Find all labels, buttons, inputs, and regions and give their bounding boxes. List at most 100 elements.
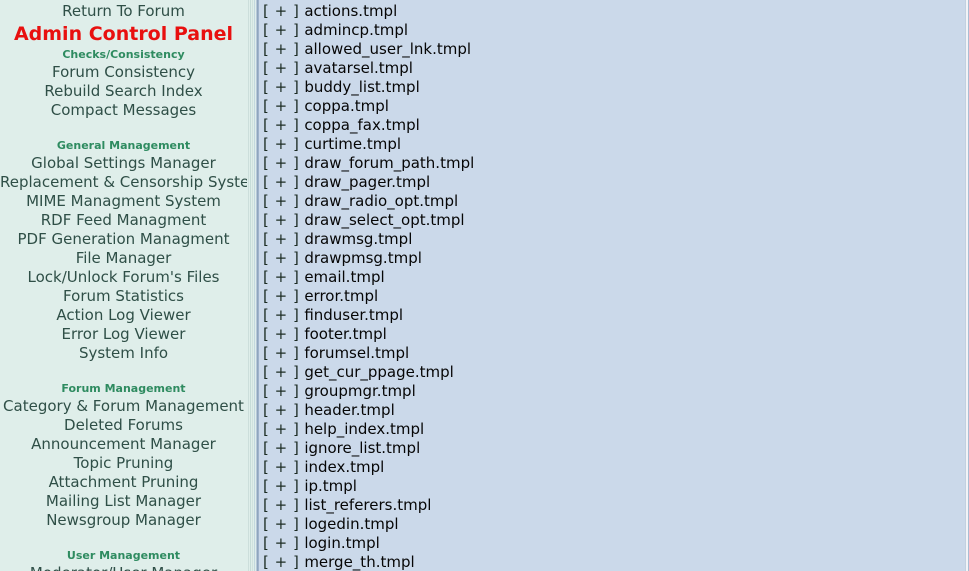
template-file-link[interactable]: finduser.tmpl <box>304 306 403 325</box>
expand-toggle-icon[interactable]: [ + ] <box>263 2 299 21</box>
template-file-link[interactable]: actions.tmpl <box>304 2 397 21</box>
expand-toggle-icon[interactable]: [ + ] <box>263 534 299 553</box>
sidebar-item-1-8[interactable]: Action Log Viewer <box>0 306 247 325</box>
divider-line-4 <box>254 0 255 571</box>
sidebar-section-heading: Checks/Consistency <box>62 48 185 61</box>
sidebar-item-1-2[interactable]: MIME Managment System <box>0 192 247 211</box>
expand-toggle-icon[interactable]: [ + ] <box>263 496 299 515</box>
sidebar-item-3-0[interactable]: Moderator/User Manager <box>0 564 247 571</box>
expand-toggle-icon[interactable]: [ + ] <box>263 344 299 363</box>
expand-toggle-icon[interactable]: [ + ] <box>263 135 299 154</box>
expand-toggle-icon[interactable]: [ + ] <box>263 420 299 439</box>
expand-toggle-icon[interactable]: [ + ] <box>263 211 299 230</box>
template-file-link[interactable]: header.tmpl <box>304 401 394 420</box>
template-file-link[interactable]: draw_forum_path.tmpl <box>304 154 474 173</box>
template-file-link[interactable]: forumsel.tmpl <box>304 344 409 363</box>
template-file-link[interactable]: coppa_fax.tmpl <box>304 116 419 135</box>
template-file-link[interactable]: allowed_user_lnk.tmpl <box>304 40 471 59</box>
expand-toggle-icon[interactable]: [ + ] <box>263 249 299 268</box>
template-file-row: [ + ] email.tmpl <box>263 268 968 287</box>
expand-toggle-icon[interactable]: [ + ] <box>263 192 299 211</box>
sidebar-item-1-1[interactable]: Replacement & Censorship System <box>0 173 247 192</box>
expand-toggle-icon[interactable]: [ + ] <box>263 21 299 40</box>
template-file-link[interactable]: avatarsel.tmpl <box>304 59 413 78</box>
sidebar-item-2-1[interactable]: Deleted Forums <box>0 416 247 435</box>
admin-control-panel-page: Return To Forum Admin Control Panel Chec… <box>0 0 969 571</box>
expand-toggle-icon[interactable]: [ + ] <box>263 154 299 173</box>
template-file-link[interactable]: curtime.tmpl <box>304 135 401 154</box>
template-file-row: [ + ] curtime.tmpl <box>263 135 968 154</box>
sidebar-section-gap <box>0 363 247 380</box>
panel-divider[interactable] <box>247 0 258 571</box>
template-file-link[interactable]: help_index.tmpl <box>304 420 424 439</box>
sidebar-link-return-to-forum[interactable]: Return To Forum <box>0 2 247 21</box>
expand-toggle-icon[interactable]: [ + ] <box>263 268 299 287</box>
expand-toggle-icon[interactable]: [ + ] <box>263 306 299 325</box>
template-file-link[interactable]: groupmgr.tmpl <box>304 382 415 401</box>
template-file-row: [ + ] draw_forum_path.tmpl <box>263 154 968 173</box>
template-file-link[interactable]: ip.tmpl <box>304 477 357 496</box>
template-file-link[interactable]: email.tmpl <box>304 268 384 287</box>
template-file-link[interactable]: login.tmpl <box>304 534 380 553</box>
template-file-link[interactable]: merge_th.tmpl <box>304 553 414 571</box>
template-file-link[interactable]: drawpmsg.tmpl <box>304 249 422 268</box>
sidebar-section-heading: General Management <box>56 139 191 152</box>
template-file-row: [ + ] buddy_list.tmpl <box>263 78 968 97</box>
sidebar-item-2-0[interactable]: Category & Forum Management <box>0 397 247 416</box>
template-file-link[interactable]: logedin.tmpl <box>304 515 398 534</box>
template-file-link[interactable]: admincp.tmpl <box>304 21 408 40</box>
template-file-row: [ + ] allowed_user_lnk.tmpl <box>263 40 968 59</box>
sidebar-item-1-0[interactable]: Global Settings Manager <box>0 154 247 173</box>
template-file-link[interactable]: get_cur_ppage.tmpl <box>304 363 454 382</box>
expand-toggle-icon[interactable]: [ + ] <box>263 59 299 78</box>
sidebar-section-gap <box>0 530 247 547</box>
template-file-link[interactable]: draw_radio_opt.tmpl <box>304 192 458 211</box>
template-file-link[interactable]: buddy_list.tmpl <box>304 78 419 97</box>
expand-toggle-icon[interactable]: [ + ] <box>263 97 299 116</box>
sidebar-item-2-3[interactable]: Topic Pruning <box>0 454 247 473</box>
expand-toggle-icon[interactable]: [ + ] <box>263 401 299 420</box>
template-file-link[interactable]: draw_select_opt.tmpl <box>304 211 464 230</box>
sidebar-item-2-4[interactable]: Attachment Pruning <box>0 473 247 492</box>
sidebar-item-2-6[interactable]: Newsgroup Manager <box>0 511 247 530</box>
expand-toggle-icon[interactable]: [ + ] <box>263 515 299 534</box>
sidebar-item-1-5[interactable]: File Manager <box>0 249 247 268</box>
expand-toggle-icon[interactable]: [ + ] <box>263 78 299 97</box>
sidebar-item-1-9[interactable]: Error Log Viewer <box>0 325 247 344</box>
template-file-link[interactable]: ignore_list.tmpl <box>304 439 420 458</box>
template-file-row: [ + ] draw_pager.tmpl <box>263 173 968 192</box>
expand-toggle-icon[interactable]: [ + ] <box>263 382 299 401</box>
expand-toggle-icon[interactable]: [ + ] <box>263 458 299 477</box>
sidebar-item-0-0[interactable]: Forum Consistency <box>0 63 247 82</box>
sidebar-item-1-7[interactable]: Forum Statistics <box>0 287 247 306</box>
sidebar-item-1-4[interactable]: PDF Generation Managment <box>0 230 247 249</box>
template-file-link[interactable]: draw_pager.tmpl <box>304 173 430 192</box>
template-file-link[interactable]: index.tmpl <box>304 458 384 477</box>
expand-toggle-icon[interactable]: [ + ] <box>263 325 299 344</box>
sidebar-item-0-1[interactable]: Rebuild Search Index <box>0 82 247 101</box>
expand-toggle-icon[interactable]: [ + ] <box>263 287 299 306</box>
sidebar-section-gap <box>0 120 247 137</box>
template-file-link[interactable]: footer.tmpl <box>304 325 387 344</box>
expand-toggle-icon[interactable]: [ + ] <box>263 553 299 571</box>
template-file-link[interactable]: coppa.tmpl <box>304 97 389 116</box>
sidebar-item-2-5[interactable]: Mailing List Manager <box>0 492 247 511</box>
expand-toggle-icon[interactable]: [ + ] <box>263 173 299 192</box>
expand-toggle-icon[interactable]: [ + ] <box>263 363 299 382</box>
expand-toggle-icon[interactable]: [ + ] <box>263 477 299 496</box>
template-file-row: [ + ] ignore_list.tmpl <box>263 439 968 458</box>
template-file-link[interactable]: error.tmpl <box>304 287 378 306</box>
template-file-link[interactable]: list_referers.tmpl <box>304 496 431 515</box>
expand-toggle-icon[interactable]: [ + ] <box>263 439 299 458</box>
sidebar-item-1-3[interactable]: RDF Feed Managment <box>0 211 247 230</box>
sidebar-item-2-2[interactable]: Announcement Manager <box>0 435 247 454</box>
template-file-row: [ + ] logedin.tmpl <box>263 515 968 534</box>
template-file-row: [ + ] admincp.tmpl <box>263 21 968 40</box>
expand-toggle-icon[interactable]: [ + ] <box>263 40 299 59</box>
expand-toggle-icon[interactable]: [ + ] <box>263 230 299 249</box>
sidebar-item-0-2[interactable]: Compact Messages <box>0 101 247 120</box>
template-file-link[interactable]: drawmsg.tmpl <box>304 230 412 249</box>
sidebar-item-1-10[interactable]: System Info <box>0 344 247 363</box>
sidebar-item-1-6[interactable]: Lock/Unlock Forum's Files <box>0 268 247 287</box>
expand-toggle-icon[interactable]: [ + ] <box>263 116 299 135</box>
